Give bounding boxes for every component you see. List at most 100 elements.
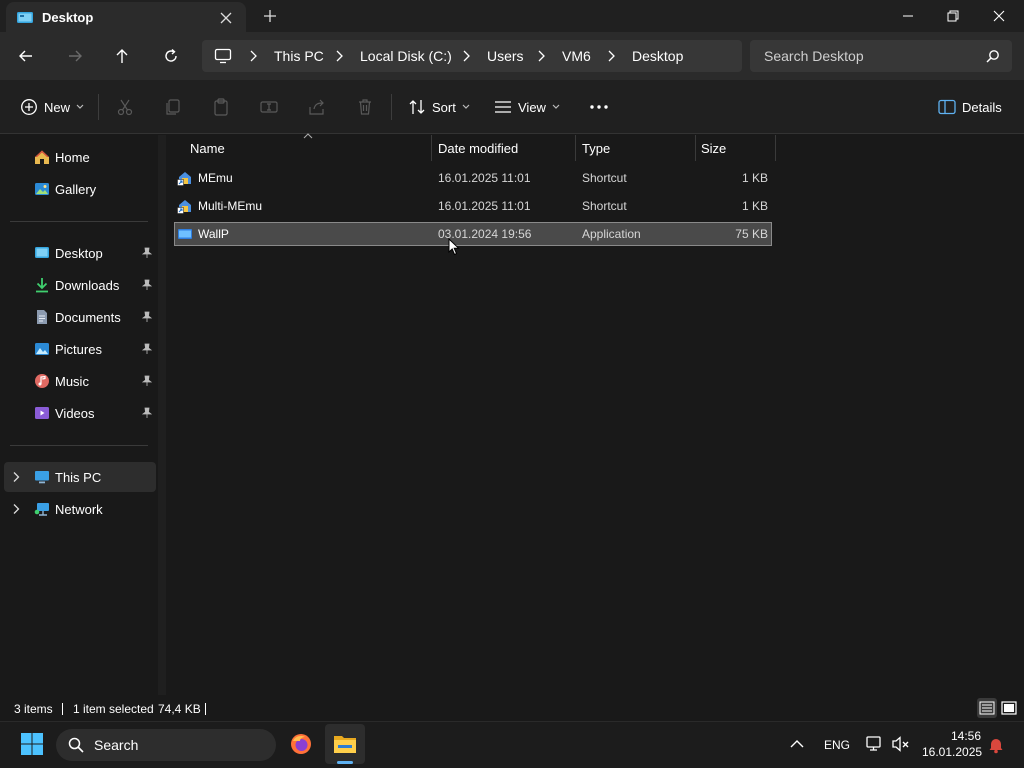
- folder-icon: [334, 736, 356, 753]
- back-button[interactable]: [14, 44, 38, 68]
- breadcrumb-desktop[interactable]: Desktop: [632, 48, 683, 64]
- taskbar-search-label: Search: [94, 737, 139, 753]
- sort-ascending-icon: [303, 133, 313, 139]
- home-icon: [34, 149, 50, 165]
- more-options-button[interactable]: [589, 96, 609, 118]
- view-button[interactable]: View: [494, 96, 560, 118]
- view-icon: [495, 101, 511, 113]
- sort-icon: [409, 100, 425, 114]
- divider: [10, 445, 148, 446]
- pane-splitter[interactable]: [158, 135, 166, 695]
- column-header-name[interactable]: Name: [190, 141, 225, 156]
- status-bar: 3 items 1 item selected 74,4 KB: [0, 695, 1024, 721]
- chevron-up-icon[interactable]: [790, 739, 804, 749]
- table-row[interactable]: Multi-MEmu 16.01.2025 11:01 Shortcut 1 K…: [174, 194, 772, 218]
- sidebar-item-label: Music: [55, 374, 89, 389]
- column-header-type[interactable]: Type: [582, 141, 610, 156]
- breadcrumb-this-pc[interactable]: This PC: [274, 48, 324, 64]
- file-size: 1 KB: [741, 171, 768, 185]
- sort-button[interactable]: Sort: [408, 96, 470, 118]
- firefox-icon: [291, 734, 311, 754]
- taskbar-search[interactable]: Search: [56, 729, 276, 761]
- address-bar[interactable]: This PC Local Disk (C:) Users VM6 Deskto…: [202, 40, 742, 72]
- column-resize-handle[interactable]: [431, 135, 432, 161]
- sidebar-item-gallery[interactable]: Gallery: [4, 174, 156, 204]
- divider: [205, 703, 206, 715]
- close-window-button[interactable]: [976, 0, 1022, 32]
- chevron-right-icon[interactable]: [606, 50, 616, 62]
- pin-icon[interactable]: [142, 311, 152, 323]
- tiles-view-button[interactable]: [999, 698, 1019, 718]
- sidebar-item-pictures[interactable]: Pictures: [4, 334, 156, 364]
- breadcrumb-users[interactable]: Users: [487, 48, 524, 64]
- tiles-view-icon: [1001, 701, 1017, 715]
- sidebar-item-documents[interactable]: Documents: [4, 302, 156, 332]
- search-input[interactable]: Search Desktop: [750, 40, 1012, 72]
- tab-desktop[interactable]: Desktop: [6, 2, 246, 32]
- pin-icon[interactable]: [142, 279, 152, 291]
- music-icon: [34, 373, 50, 389]
- rename-icon[interactable]: [259, 97, 279, 117]
- new-tab-icon[interactable]: [262, 8, 278, 24]
- sidebar-item-downloads[interactable]: Downloads: [4, 270, 156, 300]
- sidebar-item-network[interactable]: Network: [4, 494, 156, 524]
- view-label: View: [518, 99, 546, 115]
- forward-button[interactable]: [63, 44, 87, 68]
- file-type: Shortcut: [582, 171, 627, 185]
- search-icon[interactable]: [986, 49, 1000, 63]
- network-status-icon[interactable]: [865, 735, 883, 753]
- details-button[interactable]: Details: [938, 96, 1002, 118]
- sidebar-item-this-pc[interactable]: This PC: [4, 462, 156, 492]
- pin-icon[interactable]: [142, 407, 152, 419]
- copy-icon[interactable]: [163, 97, 183, 117]
- table-row[interactable]: WallP 03.01.2024 19:56 Application 75 KB: [174, 222, 772, 246]
- divider: [98, 94, 99, 120]
- up-button[interactable]: [110, 44, 134, 68]
- pin-icon[interactable]: [142, 375, 152, 387]
- chevron-right-icon[interactable]: [536, 50, 546, 62]
- breadcrumb-local-disk[interactable]: Local Disk (C:): [360, 48, 452, 64]
- start-button[interactable]: [12, 724, 52, 764]
- pin-icon[interactable]: [142, 247, 152, 259]
- speaker-muted-icon[interactable]: [891, 735, 911, 753]
- breadcrumb-vm6[interactable]: VM6: [562, 48, 591, 64]
- column-resize-handle[interactable]: [575, 135, 576, 161]
- close-tab-icon[interactable]: [218, 10, 234, 26]
- chevron-right-icon[interactable]: [12, 471, 20, 483]
- column-resize-handle[interactable]: [695, 135, 696, 161]
- paste-icon[interactable]: [211, 97, 231, 117]
- column-resize-handle[interactable]: [775, 135, 776, 161]
- chevron-down-icon: [462, 104, 470, 109]
- pin-icon[interactable]: [142, 343, 152, 355]
- chevron-right-icon[interactable]: [334, 50, 344, 62]
- delete-icon[interactable]: [355, 97, 375, 117]
- sidebar-item-videos[interactable]: Videos: [4, 398, 156, 428]
- column-header-date-modified[interactable]: Date modified: [438, 141, 518, 156]
- documents-icon: [34, 309, 50, 325]
- taskbar-firefox[interactable]: [281, 724, 321, 764]
- chevron-right-icon[interactable]: [461, 50, 471, 62]
- monitor-icon[interactable]: [214, 48, 232, 64]
- this-pc-icon: [34, 469, 50, 485]
- details-view-button[interactable]: [977, 698, 997, 718]
- taskbar-file-explorer[interactable]: [325, 724, 365, 764]
- notification-bell-icon[interactable]: [988, 736, 1004, 754]
- share-icon[interactable]: [307, 97, 327, 117]
- sidebar-item-label: Desktop: [55, 246, 103, 261]
- clock-time[interactable]: 14:56: [951, 729, 981, 743]
- restore-button[interactable]: [930, 0, 976, 32]
- sidebar-item-home[interactable]: Home: [4, 142, 156, 172]
- column-header-size[interactable]: Size: [701, 141, 726, 156]
- new-button[interactable]: New: [20, 96, 84, 118]
- table-row[interactable]: MEmu 16.01.2025 11:01 Shortcut 1 KB: [174, 166, 772, 190]
- cut-icon[interactable]: [115, 97, 135, 117]
- sidebar-item-music[interactable]: Music: [4, 366, 156, 396]
- minimize-button[interactable]: [885, 0, 931, 32]
- language-indicator[interactable]: ENG: [824, 738, 850, 752]
- sidebar-item-desktop[interactable]: Desktop: [4, 238, 156, 268]
- chevron-right-icon[interactable]: [248, 50, 258, 62]
- chevron-right-icon[interactable]: [12, 503, 20, 515]
- clock-date[interactable]: 16.01.2025: [922, 745, 982, 759]
- refresh-button[interactable]: [159, 44, 183, 68]
- more-icon: [590, 105, 608, 109]
